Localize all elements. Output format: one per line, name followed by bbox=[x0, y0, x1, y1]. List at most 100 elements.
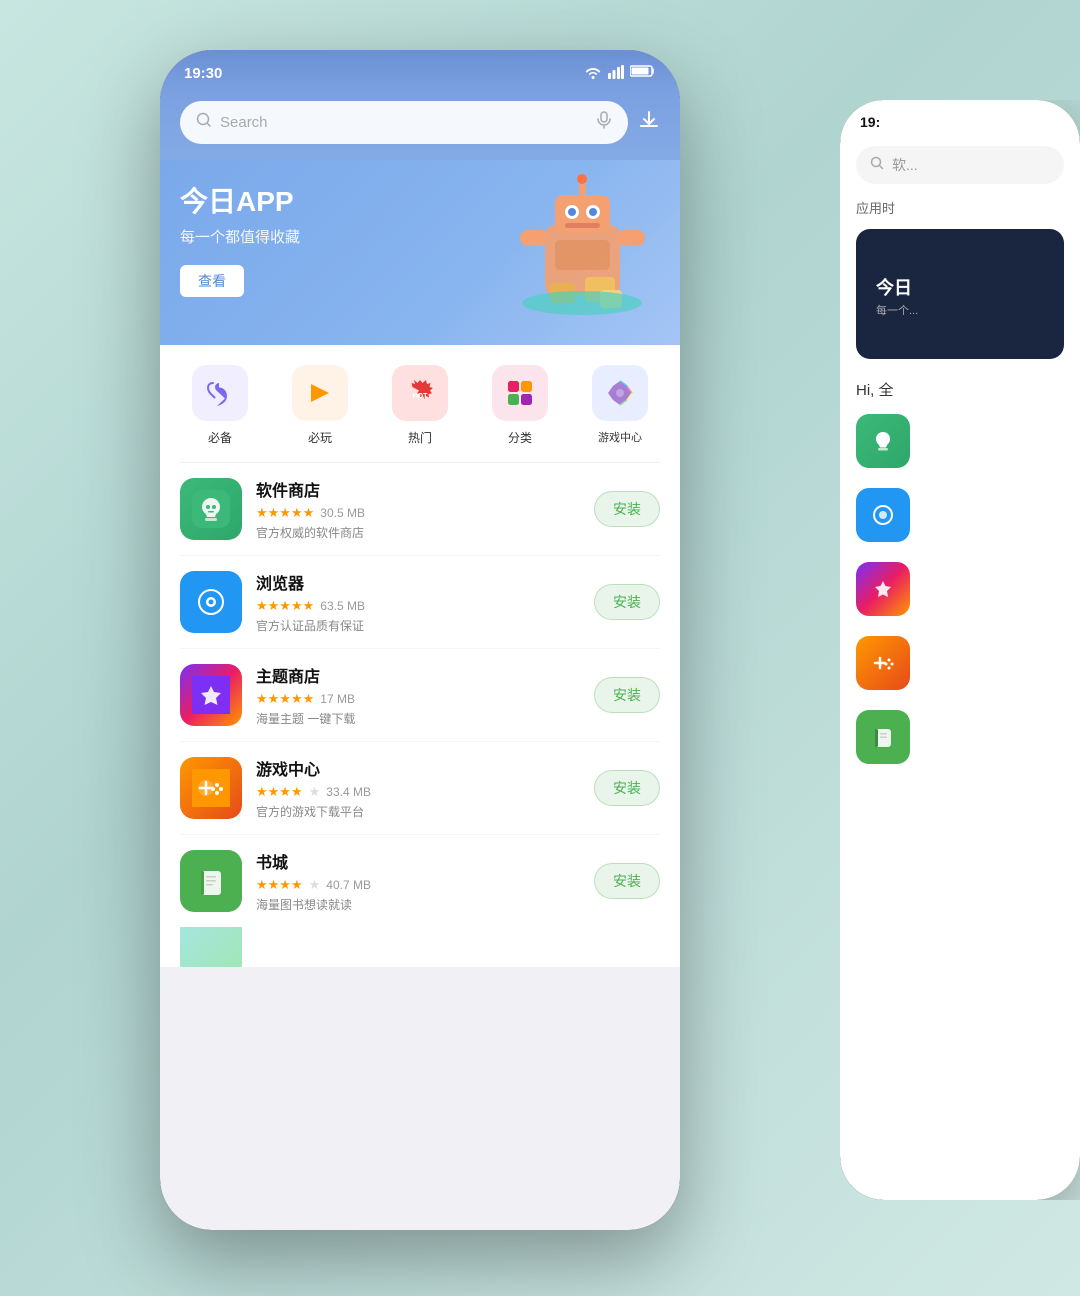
app-item-game[interactable]: 游戏中心 ★★★★★ 33.4 MB 官方的游戏下载平台 安装 bbox=[180, 742, 660, 835]
app-info-book: 书城 ★★★★★ 40.7 MB 海量图书想读就读 bbox=[256, 849, 580, 913]
wifi-icon bbox=[584, 65, 602, 82]
app-icon-next bbox=[180, 927, 242, 967]
app-desc-appstore: 官方权威的软件商店 bbox=[256, 524, 580, 541]
second-app-item-5 bbox=[840, 700, 1080, 774]
category-item-play[interactable]: 必玩 bbox=[280, 365, 360, 446]
category-label-category: 分类 bbox=[508, 429, 532, 446]
category-item-essential[interactable]: 必备 bbox=[180, 365, 260, 446]
app-name-theme: 主题商店 bbox=[256, 663, 580, 687]
app-stars-game: ★★★★ bbox=[256, 784, 303, 800]
banner: 今日APP 每一个都值得收藏 查看 bbox=[160, 160, 680, 345]
second-app-icon-3 bbox=[856, 562, 910, 616]
category-icon-hot: HOT bbox=[392, 365, 448, 421]
search-icon bbox=[196, 112, 212, 133]
install-button-game[interactable]: 安装 bbox=[594, 770, 660, 806]
battery-icon bbox=[630, 64, 656, 83]
second-app-icon-2 bbox=[856, 488, 910, 542]
app-item-next bbox=[180, 927, 660, 967]
app-item-browser[interactable]: 浏览器 ★★★★★ 63.5 MB 官方认证品质有保证 安装 bbox=[180, 556, 660, 649]
category-icon-play bbox=[292, 365, 348, 421]
second-app-icon-1 bbox=[856, 414, 910, 468]
second-app-item-1 bbox=[840, 404, 1080, 478]
app-desc-game: 官方的游戏下载平台 bbox=[256, 803, 580, 820]
app-rating-theme: ★★★★★ 17 MB bbox=[256, 691, 580, 707]
second-app-item-2 bbox=[840, 478, 1080, 552]
category-label-play: 必玩 bbox=[308, 429, 332, 446]
app-name-appstore: 软件商店 bbox=[256, 477, 580, 501]
app-rating-book: ★★★★★ 40.7 MB bbox=[256, 877, 580, 893]
second-status-time: 19: bbox=[860, 114, 880, 130]
app-name-game: 游戏中心 bbox=[256, 756, 580, 780]
main-screen: 19:30 Search bbox=[160, 50, 680, 1230]
app-size-theme: 17 MB bbox=[320, 692, 355, 706]
banner-robot-illustration bbox=[500, 165, 670, 335]
category-label-hot: 热门 bbox=[408, 429, 432, 446]
app-item-theme[interactable]: 主题商店 ★★★★★ 17 MB 海量主题 一键下载 安装 bbox=[180, 649, 660, 742]
app-info-appstore: 软件商店 ★★★★★ 30.5 MB 官方权威的软件商店 bbox=[256, 477, 580, 541]
search-bar[interactable]: Search bbox=[180, 101, 628, 144]
category-label-game-center: 游戏中心 bbox=[598, 429, 642, 445]
search-row: Search bbox=[180, 101, 660, 144]
app-icon-browser bbox=[180, 571, 242, 633]
app-list: 软件商店 ★★★★★ 30.5 MB 官方权威的软件商店 安装 bbox=[160, 463, 680, 967]
phone-second: 19: 软... 应用时 今日 每一个... Hi, 全 bbox=[840, 100, 1080, 1200]
svg-text:HOT: HOT bbox=[413, 393, 429, 400]
second-banner: 今日 每一个... bbox=[856, 229, 1064, 359]
app-desc-book: 海量图书想读就读 bbox=[256, 896, 580, 913]
category-icon-game bbox=[592, 365, 648, 421]
app-size-book: 40.7 MB bbox=[326, 878, 371, 892]
second-search-bar[interactable]: 软... bbox=[856, 146, 1064, 184]
app-rating-game: ★★★★★ 33.4 MB bbox=[256, 784, 580, 800]
install-button-appstore[interactable]: 安装 bbox=[594, 491, 660, 527]
phone-main: 19:30 Search bbox=[160, 50, 680, 1230]
banner-view-button[interactable]: 查看 bbox=[180, 265, 244, 297]
main-content: 必备 必玩 HOT 热门 bbox=[160, 345, 680, 967]
app-desc-theme: 海量主题 一键下载 bbox=[256, 710, 580, 727]
app-item-appstore[interactable]: 软件商店 ★★★★★ 30.5 MB 官方权威的软件商店 安装 bbox=[180, 463, 660, 556]
mic-icon bbox=[596, 111, 612, 134]
app-name-book: 书城 bbox=[256, 849, 580, 873]
install-button-theme[interactable]: 安装 bbox=[594, 677, 660, 713]
category-label-essential: 必备 bbox=[208, 429, 232, 446]
app-info-game: 游戏中心 ★★★★★ 33.4 MB 官方的游戏下载平台 bbox=[256, 756, 580, 820]
app-info-theme: 主题商店 ★★★★★ 17 MB 海量主题 一键下载 bbox=[256, 663, 580, 727]
app-size-game: 33.4 MB bbox=[326, 785, 371, 799]
second-greeting: Hi, 全 bbox=[840, 367, 1080, 404]
app-rating-appstore: ★★★★★ 30.5 MB bbox=[256, 505, 580, 521]
app-size-appstore: 30.5 MB bbox=[320, 506, 365, 520]
app-size-browser: 63.5 MB bbox=[320, 599, 365, 613]
category-item-hot[interactable]: HOT 热门 bbox=[380, 365, 460, 446]
app-stars-appstore: ★★★★★ bbox=[256, 505, 314, 521]
status-time: 19:30 bbox=[184, 65, 222, 82]
search-placeholder-text: Search bbox=[220, 114, 588, 131]
app-icon-game bbox=[180, 757, 242, 819]
app-info-browser: 浏览器 ★★★★★ 63.5 MB 官方认证品质有保证 bbox=[256, 570, 580, 634]
signal-icon bbox=[608, 65, 624, 82]
app-stars-book: ★★★★ bbox=[256, 877, 303, 893]
install-button-book[interactable]: 安装 bbox=[594, 863, 660, 899]
second-status-bar: 19: bbox=[840, 100, 1080, 138]
app-desc-browser: 官方认证品质有保证 bbox=[256, 617, 580, 634]
category-icon-essential bbox=[192, 365, 248, 421]
category-icon-category bbox=[492, 365, 548, 421]
second-banner-title: 今日 bbox=[876, 274, 1044, 300]
header: Search 今日APP 每一个都值得收藏 查看 bbox=[160, 91, 680, 345]
second-screen: 19: 软... 应用时 今日 每一个... Hi, 全 bbox=[840, 100, 1080, 1200]
categories: 必备 必玩 HOT 热门 bbox=[160, 345, 680, 462]
install-button-browser[interactable]: 安装 bbox=[594, 584, 660, 620]
second-app-icon-4 bbox=[856, 636, 910, 690]
category-item-game-center[interactable]: 游戏中心 bbox=[580, 365, 660, 446]
app-icon-appstore bbox=[180, 478, 242, 540]
second-banner-subtitle: 每一个... bbox=[876, 302, 1044, 318]
category-item-category[interactable]: 分类 bbox=[480, 365, 560, 446]
second-section-label: 应用时 bbox=[840, 192, 1080, 221]
second-search-icon bbox=[870, 156, 884, 175]
app-item-book[interactable]: 书城 ★★★★★ 40.7 MB 海量图书想读就读 安装 bbox=[180, 835, 660, 927]
status-icons bbox=[584, 64, 656, 83]
second-app-icon-5 bbox=[856, 710, 910, 764]
app-icon-theme bbox=[180, 664, 242, 726]
app-stars-theme: ★★★★★ bbox=[256, 691, 314, 707]
second-search-placeholder: 软... bbox=[892, 155, 918, 175]
status-bar: 19:30 bbox=[160, 50, 680, 91]
download-icon[interactable] bbox=[638, 109, 660, 136]
